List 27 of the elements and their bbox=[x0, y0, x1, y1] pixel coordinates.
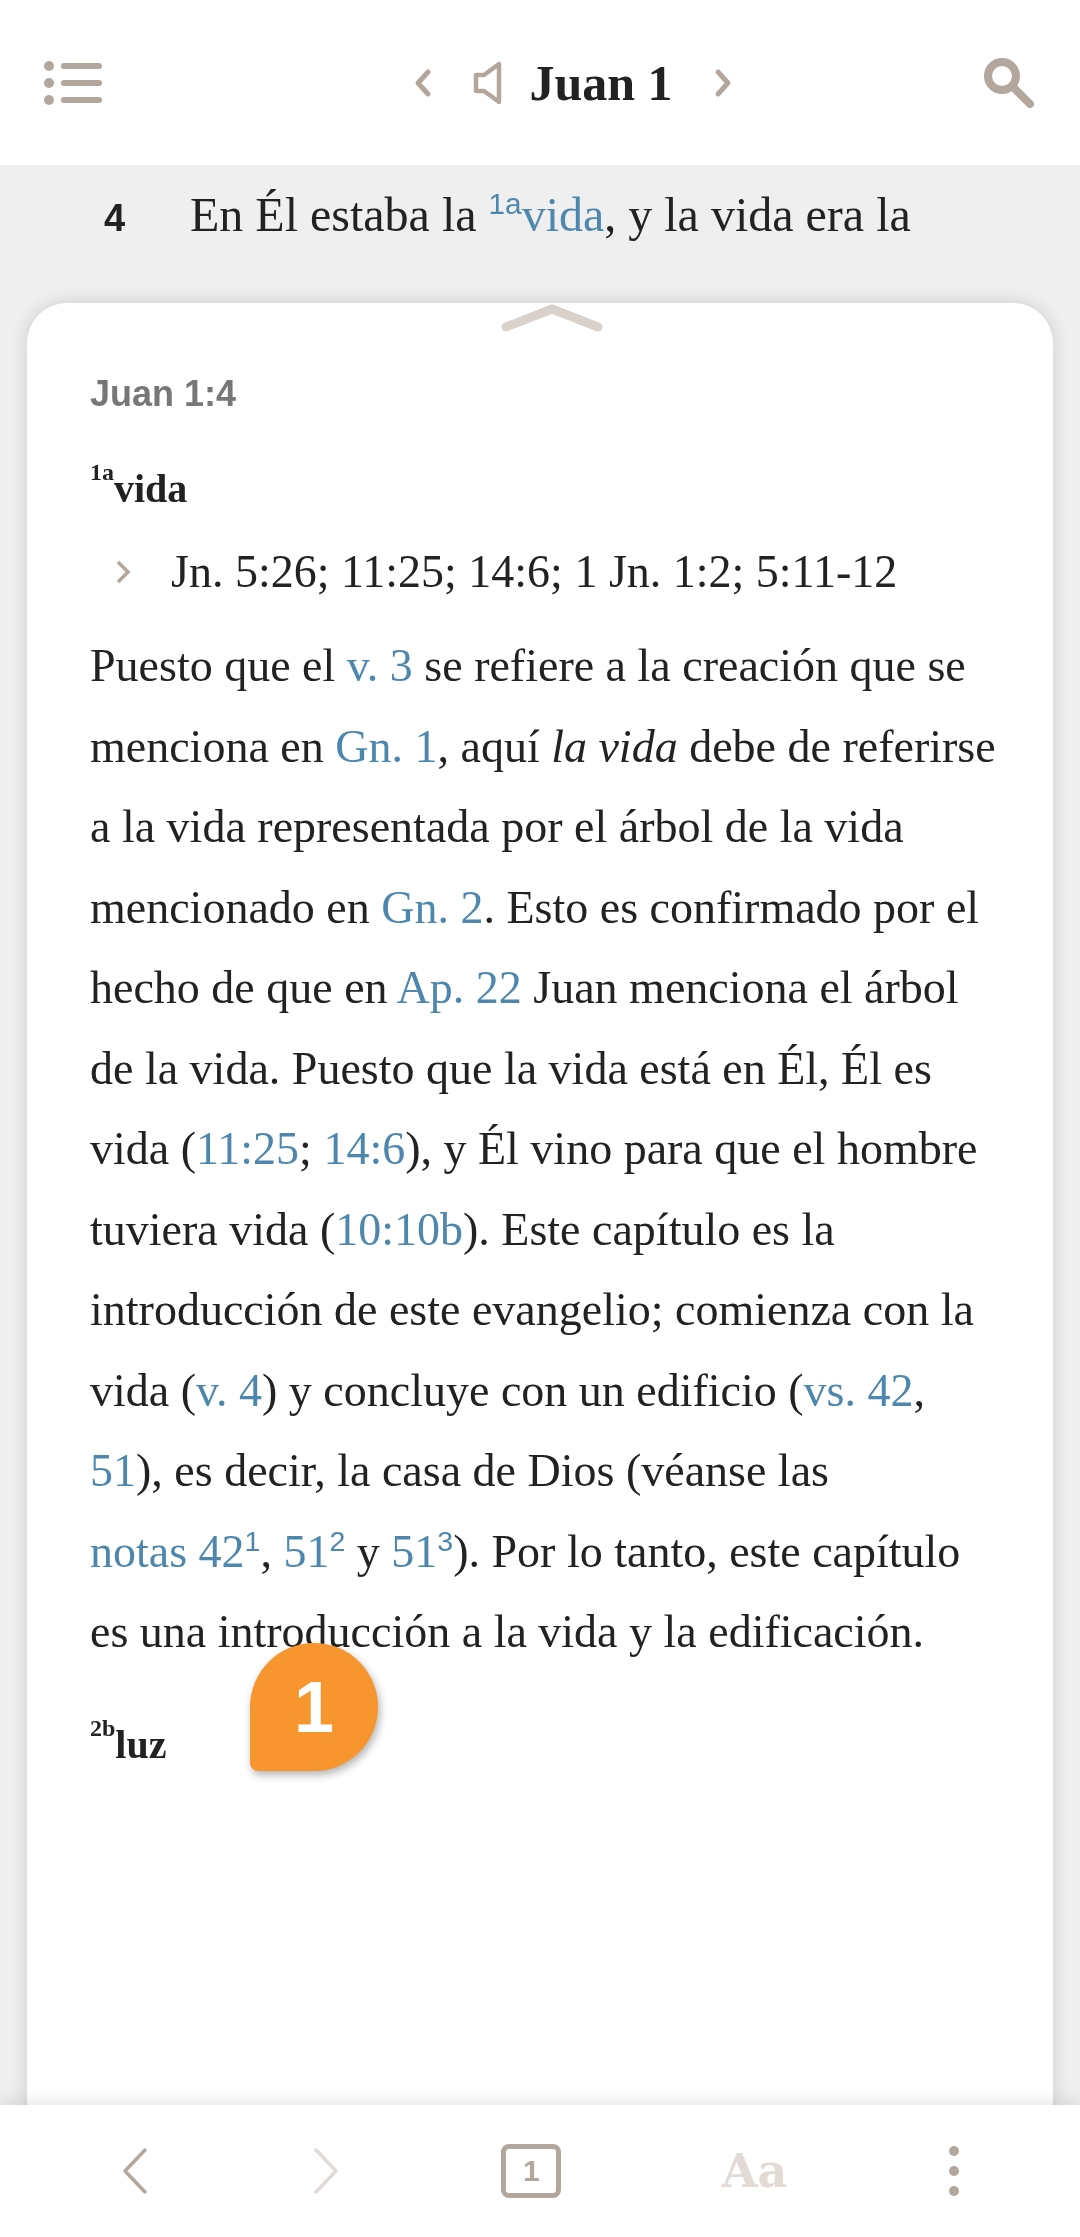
reference-link[interactable]: notas 42$^{1}$ bbox=[90, 1525, 261, 1577]
search-icon[interactable] bbox=[982, 55, 1036, 110]
page-number-button[interactable]: 1 bbox=[501, 2144, 562, 2198]
reference-link[interactable]: 51 bbox=[90, 1445, 136, 1496]
reference-link[interactable]: Gn. 2 bbox=[381, 881, 484, 933]
cross-references[interactable]: Jn. 5:26; 11:25; 14:6; 1 Jn. 1:2; 5:11-12 bbox=[171, 545, 898, 598]
reference-link[interactable]: v. 4 bbox=[196, 1364, 263, 1416]
note-link[interactable]: $^{1a}$vida bbox=[488, 188, 605, 241]
chapter-title[interactable]: Juan 1 bbox=[529, 53, 673, 112]
reference-link[interactable]: 14:6 bbox=[323, 1123, 406, 1174]
expand-handle-icon[interactable] bbox=[499, 303, 604, 333]
reference-link[interactable]: vs. 42 bbox=[803, 1364, 914, 1416]
reference-link[interactable]: 51$^{2}$ bbox=[283, 1525, 346, 1577]
reference-link[interactable]: Gn. 1 bbox=[335, 720, 438, 772]
verse-text: En Él estaba la $^{1a}$vida, y la vida era la bbox=[190, 187, 911, 242]
menu-icon[interactable] bbox=[44, 60, 104, 105]
more-options-icon[interactable] bbox=[947, 2145, 960, 2197]
reference-link[interactable]: Ap. 22 bbox=[396, 962, 522, 1013]
note-heading: $^{1a}$vida bbox=[90, 458, 189, 513]
note-reference: Juan 1:4 bbox=[90, 373, 238, 415]
expand-chevron-icon[interactable] bbox=[115, 558, 131, 585]
reference-link[interactable]: 51$^{3}$ bbox=[391, 1525, 454, 1577]
verse-number: 4 bbox=[104, 197, 127, 240]
reference-link[interactable]: 11:25 bbox=[196, 1123, 300, 1174]
reference-link[interactable]: v. 3 bbox=[346, 640, 413, 691]
reference-link[interactable]: 10:10b bbox=[335, 1203, 463, 1255]
note-heading: $^{2b}$luz bbox=[90, 1713, 168, 1769]
